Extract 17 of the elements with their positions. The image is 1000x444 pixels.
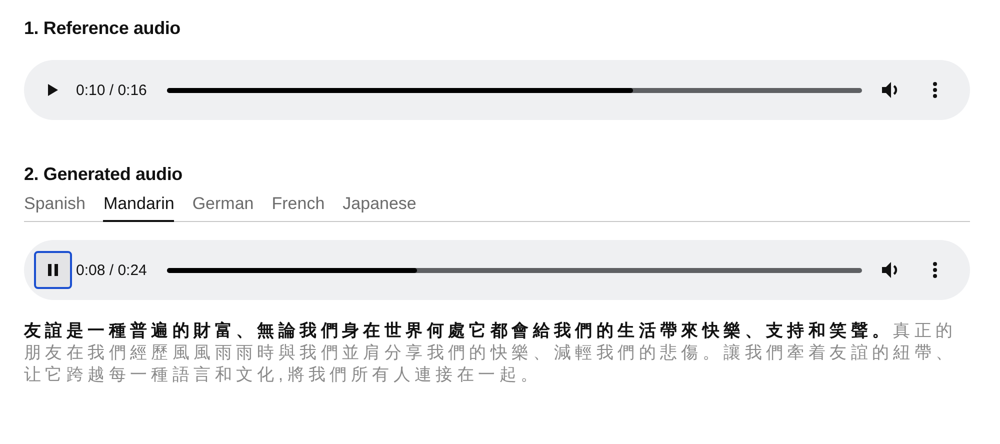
more-icon	[932, 261, 938, 279]
transcript-text: 友誼是一種普遍的財富、無論我們身在世界何處它都會給我們的生活帶來快樂、支持和笑聲。真正的朋友在我們經歷風風雨雨時與我們並肩分享我們的快樂、減輕我們的悲傷。讓我們牽着友誼的紐帶、让它跨越每一種語言和文化,將我們所有人連接在一起。	[24, 320, 958, 386]
section-heading: 1. Reference audio	[24, 17, 182, 40]
more-icon	[932, 81, 938, 99]
time-display: 0:08 / 0:24	[76, 262, 147, 278]
pause-button[interactable]	[34, 251, 72, 289]
language-tab[interactable]: Mandarin	[103, 194, 174, 222]
language-tab[interactable]: Japanese	[342, 194, 416, 222]
pause-icon	[46, 263, 60, 277]
section-heading: 2. Generated audio	[24, 163, 184, 186]
progress-slider[interactable]	[166, 88, 862, 92]
language-tab[interactable]: Spanish	[24, 194, 86, 222]
play-icon	[47, 83, 59, 97]
language-tab[interactable]: French	[272, 194, 325, 222]
time-display: 0:10 / 0:16	[76, 82, 147, 98]
progress-slider[interactable]	[166, 268, 862, 272]
language-tab[interactable]: German	[192, 194, 254, 222]
